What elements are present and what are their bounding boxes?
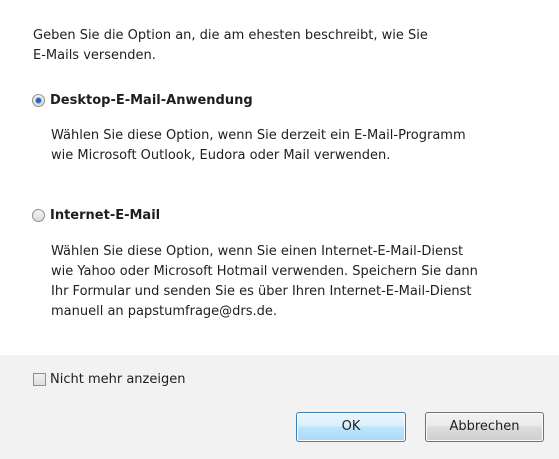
- dont-show-again-option[interactable]: Nicht mehr anzeigen: [33, 372, 185, 387]
- email-option-dialog: Geben Sie die Option an, die am ehesten …: [0, 0, 559, 459]
- cancel-button[interactable]: Abbrechen: [425, 412, 544, 442]
- dont-show-again-label[interactable]: Nicht mehr anzeigen: [50, 372, 185, 387]
- intro-text: Geben Sie die Option an, die am ehesten …: [33, 28, 428, 63]
- button-area: [0, 355, 559, 459]
- desktop-email-radio-option[interactable]: Desktop-E-Mail-Anwendung: [32, 93, 253, 108]
- internet-email-description: Wählen Sie diese Option, wenn Sie einen …: [51, 244, 478, 319]
- internet-email-label[interactable]: Internet-E-Mail: [50, 208, 160, 223]
- internet-email-radio-button[interactable]: [32, 209, 45, 222]
- ok-button[interactable]: OK: [296, 412, 406, 442]
- dont-show-again-checkbox[interactable]: [33, 373, 46, 386]
- desktop-email-radio-button[interactable]: [32, 94, 45, 107]
- internet-email-radio-option[interactable]: Internet-E-Mail: [32, 208, 160, 223]
- desktop-email-label[interactable]: Desktop-E-Mail-Anwendung: [50, 93, 253, 108]
- desktop-email-description: Wählen Sie diese Option, wenn Sie derzei…: [51, 128, 466, 163]
